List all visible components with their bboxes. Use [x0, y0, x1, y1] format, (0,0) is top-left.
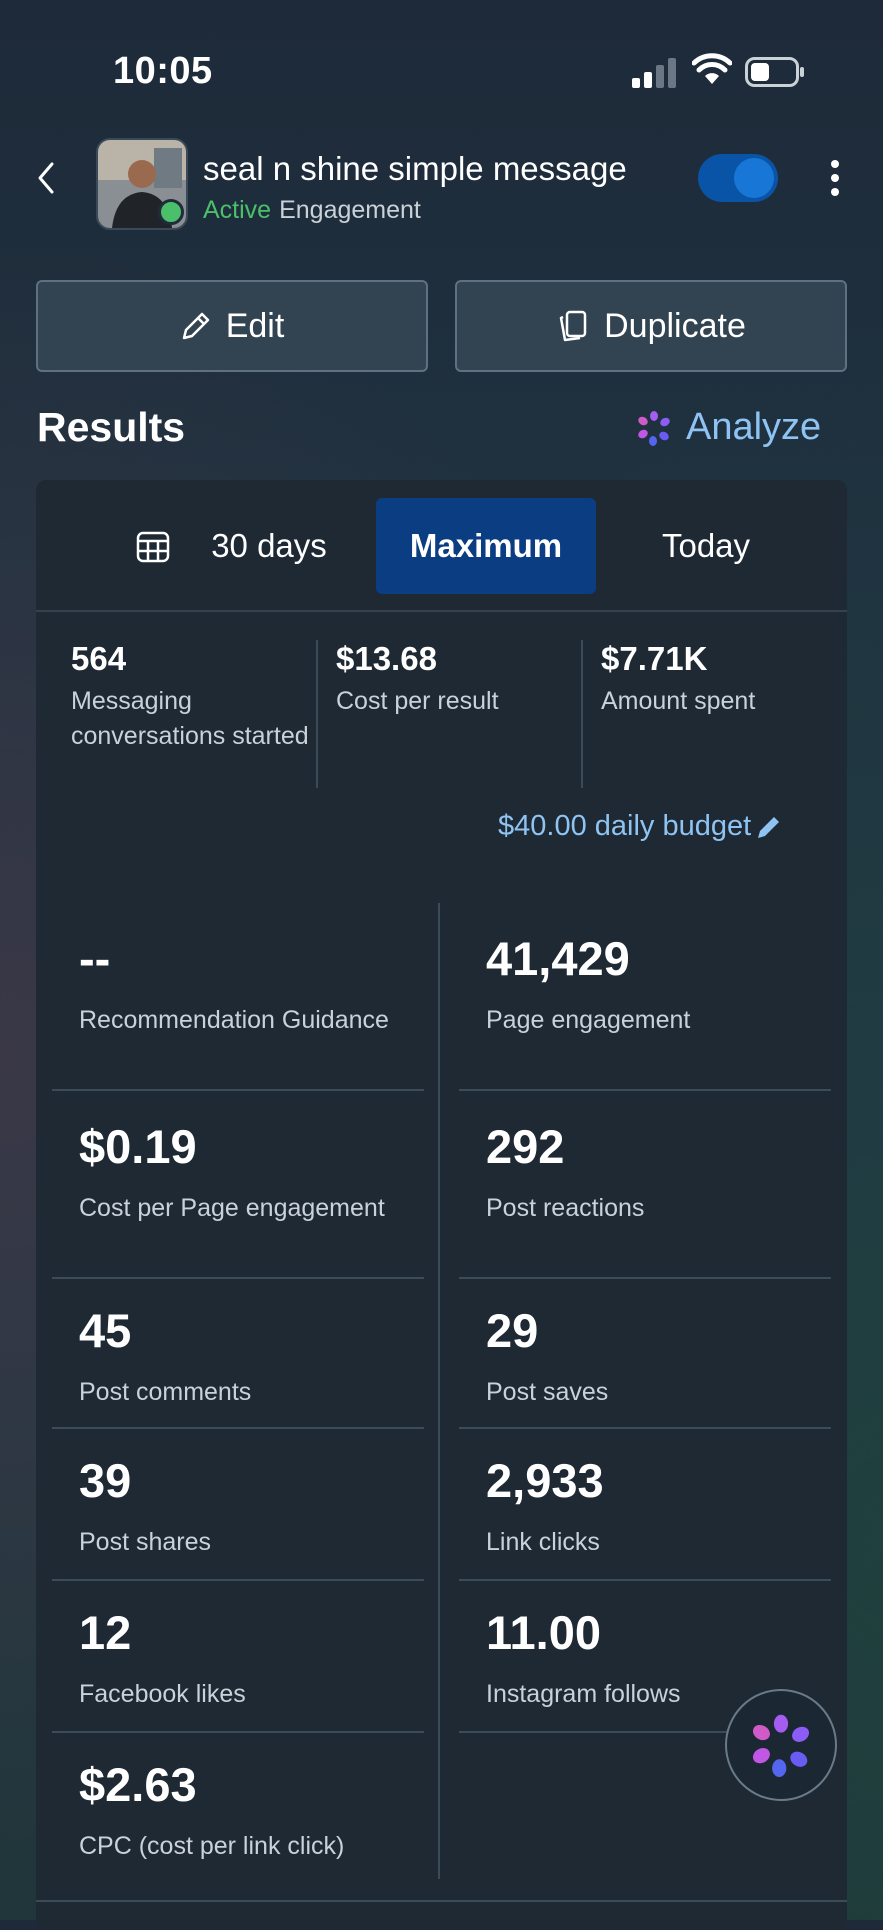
metric-label: Link clicks: [486, 1528, 600, 1556]
metric-value: 11.00: [486, 1606, 602, 1659]
metric-value: --: [79, 932, 111, 985]
stat-label: Amount spent: [601, 687, 756, 715]
ad-active-toggle[interactable]: [698, 154, 778, 202]
metric-value: 292: [486, 1120, 565, 1173]
summary-stat-results[interactable]: 564 Messaging conversations started: [71, 640, 311, 754]
edit-button[interactable]: Edit: [36, 280, 428, 372]
metric-value: 39: [79, 1454, 132, 1507]
date-range-tabs: 30 days Maximum Today: [36, 480, 847, 612]
active-status-dot: [158, 199, 184, 225]
metric-value: $2.63: [79, 1758, 197, 1811]
metric-cost-per-page-engagement[interactable]: $0.19 Cost per Page engagement: [52, 1091, 424, 1279]
toggle-knob: [734, 158, 774, 198]
metric-label: Recommendation Guidance: [79, 1006, 389, 1034]
metric-post-comments[interactable]: 45 Post comments: [52, 1279, 424, 1429]
metric-value: 2,933: [486, 1454, 604, 1507]
objective-label: Engagement: [279, 196, 421, 224]
metric-label: Post reactions: [486, 1194, 645, 1222]
metric-value: 41,429: [486, 932, 630, 985]
metric-label: CPC (cost per link click): [79, 1832, 345, 1860]
metric-value: 29: [486, 1304, 539, 1357]
sparkle-icon: [638, 410, 670, 446]
analyze-button[interactable]: Analyze: [636, 406, 821, 449]
calendar-icon: [136, 531, 170, 563]
duplicate-icon: [559, 310, 587, 342]
back-icon[interactable]: [34, 158, 58, 198]
duplicate-button[interactable]: Duplicate: [455, 280, 847, 372]
ad-title: seal n shine simple message: [203, 150, 627, 187]
divider: [316, 640, 318, 788]
tab-label: 30 days: [211, 527, 327, 564]
pencil-icon: [758, 816, 780, 838]
metric-label: Post saves: [486, 1378, 609, 1406]
signal-icon: [632, 58, 676, 88]
daily-budget-link[interactable]: $40.00 daily budget: [498, 810, 783, 843]
stat-label: Messaging conversations started: [71, 687, 309, 750]
metrics-divider: [438, 903, 440, 1879]
ai-assistant-icon: [752, 1714, 810, 1777]
metric-facebook-likes[interactable]: 12 Facebook likes: [52, 1581, 424, 1733]
pencil-icon: [182, 312, 209, 340]
divider: [581, 640, 583, 788]
metric-post-saves[interactable]: 29 Post saves: [459, 1279, 831, 1429]
tab-label: Maximum: [409, 527, 563, 564]
battery-icon: [745, 57, 804, 87]
tab-today[interactable]: Today: [606, 498, 806, 594]
metric-label: Page engagement: [486, 1006, 691, 1034]
metric-link-clicks[interactable]: 2,933 Link clicks: [459, 1429, 831, 1581]
metric-value: 45: [79, 1304, 132, 1357]
metric-post-reactions[interactable]: 292 Post reactions: [459, 1091, 831, 1279]
metric-post-shares[interactable]: 39 Post shares: [52, 1429, 424, 1581]
metric-page-engagement[interactable]: 41,429 Page engagement: [459, 903, 831, 1091]
stat-value: $7.71K: [601, 640, 708, 677]
results-title: Results: [37, 404, 186, 450]
metric-value: $0.19: [79, 1120, 197, 1173]
metric-label: Post comments: [79, 1378, 252, 1406]
stat-label: Cost per result: [336, 687, 499, 715]
edit-label: Edit: [225, 306, 285, 345]
stat-value: $13.68: [336, 640, 437, 677]
ai-assistant-button[interactable]: [725, 1689, 837, 1801]
metric-label: Cost per Page engagement: [79, 1194, 385, 1222]
wifi-icon: [692, 53, 732, 84]
metric-cpc[interactable]: $2.63 CPC (cost per link click): [52, 1733, 424, 1885]
summary-stat-cost[interactable]: $13.68 Cost per result: [336, 640, 576, 719]
ad-subtitle: Active Engagement: [203, 196, 421, 225]
more-vertical-icon[interactable]: [822, 156, 848, 200]
metric-label: Facebook likes: [79, 1680, 246, 1708]
metric-recommendation-guidance[interactable]: -- Recommendation Guidance: [52, 903, 424, 1091]
tab-label: Today: [661, 527, 751, 564]
summary-stat-spent[interactable]: $7.71K Amount spent: [601, 640, 841, 719]
duplicate-label: Duplicate: [604, 306, 746, 345]
metric-value: 12: [79, 1606, 132, 1659]
card-bottom-divider: [36, 1900, 847, 1902]
tab-maximum[interactable]: Maximum: [376, 498, 596, 594]
budget-label: $40.00 daily budget: [498, 810, 752, 842]
tab-30-days[interactable]: 30 days: [96, 498, 366, 594]
status-time: 10:05: [113, 50, 213, 92]
metric-label: Post shares: [79, 1528, 212, 1556]
analyze-label: Analyze: [686, 406, 822, 448]
status-label: Active: [203, 196, 272, 224]
stat-value: 564: [71, 640, 127, 677]
